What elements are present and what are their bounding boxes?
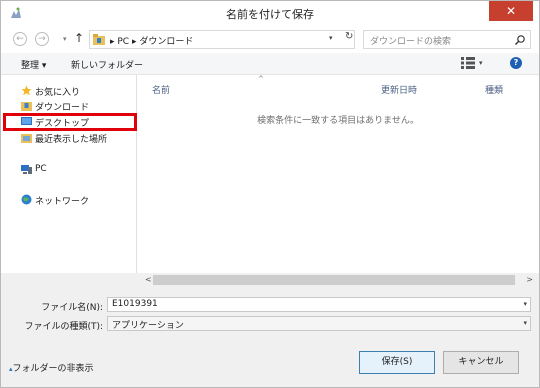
nav-label: お気に入り [35,88,81,98]
window-title: 名前を付けて保存 [226,8,314,21]
sort-ascending-icon: ^ [258,75,264,83]
scroll-left-icon[interactable]: < [145,275,152,284]
hide-folders-toggle[interactable]: ▴フォルダーの非表示 [9,361,94,374]
scroll-right-icon[interactable]: > [526,275,533,284]
title-bar[interactable]: 名前を付けて保存 ✕ [1,1,539,26]
address-path[interactable]: ▸ PC ▸ ダウンロード [110,34,193,47]
close-button[interactable]: ✕ [489,1,533,21]
navigation-pane: お気に入り ダウンロード デスクトップ 最近表示した場所 PC ネットワーク [1,75,137,273]
filetype-label: ファイルの種類(T): [24,322,103,332]
annotation-highlight-box [3,113,137,131]
filename-dropdown-icon[interactable]: ▾ [523,300,527,308]
column-header-type[interactable]: 種類 [485,83,503,96]
forward-button[interactable]: → [35,32,49,46]
nav-label: 最近表示した場所 [35,135,108,145]
refresh-icon[interactable]: ↻ [345,31,353,42]
back-button[interactable]: ← [13,32,27,46]
empty-results-message: 検索条件に一致する項目はありません。 [257,116,419,126]
address-bar[interactable]: ▸ PC ▸ ダウンロード [89,30,355,49]
nav-label: PC [35,164,47,174]
pc-icon [21,165,32,174]
nav-label: ダウンロード [35,103,90,113]
help-icon[interactable]: ? [510,57,522,69]
hide-folders-label: フォルダーの非表示 [12,364,94,374]
filetype-select[interactable]: アプリケーション ▾ [107,316,531,331]
filetype-dropdown-icon[interactable]: ▾ [523,319,527,327]
new-folder-button[interactable]: 新しいフォルダー [71,58,143,71]
address-dropdown-icon[interactable]: ▾ [329,34,333,42]
up-button[interactable]: ↑ [74,31,84,45]
downloads-folder-icon [21,102,32,111]
filetype-value: アプリケーション [112,321,184,331]
command-bar: 整理 ▾ 新しいフォルダー ▾ ? [1,53,539,75]
column-header-modified[interactable]: 更新日時 [381,83,417,96]
nav-label: ネットワーク [35,197,90,207]
address-row: ← → ▾ ↑ ▸ PC ▸ ダウンロード ▾ ↻ ダウンロードの検索 [1,26,539,53]
search-input[interactable]: ダウンロードの検索 [370,34,451,47]
organize-button[interactable]: 整理 ▾ [21,58,46,71]
scrollbar-thumb[interactable] [153,275,515,285]
star-icon [21,85,32,96]
file-list[interactable]: 名前 ^ 更新日時 種類 検索条件に一致する項目はありません。 [137,75,539,273]
horizontal-scrollbar[interactable]: < > [137,273,539,288]
filename-field[interactable]: E1019391 ▾ [107,297,531,312]
search-icon[interactable] [514,34,526,46]
column-header-name[interactable]: 名前 [152,83,170,96]
recent-places-icon [21,134,32,143]
recent-locations-dropdown-icon[interactable]: ▾ [63,35,67,43]
view-dropdown-icon[interactable]: ▾ [479,59,483,67]
cancel-button[interactable]: キャンセル [443,351,519,374]
filename-input[interactable]: E1019391 [112,299,158,309]
search-box[interactable]: ダウンロードの検索 [363,30,531,49]
save-as-dialog: 名前を付けて保存 ✕ ← → ▾ ↑ ▸ PC ▸ ダウンロード ▾ ↻ ダウン… [0,0,540,388]
view-options-icon[interactable] [461,57,475,69]
filename-label: ファイル名(N): [41,303,103,313]
folder-icon [93,34,105,45]
save-button[interactable]: 保存(S) [359,351,435,374]
network-icon [21,194,32,205]
